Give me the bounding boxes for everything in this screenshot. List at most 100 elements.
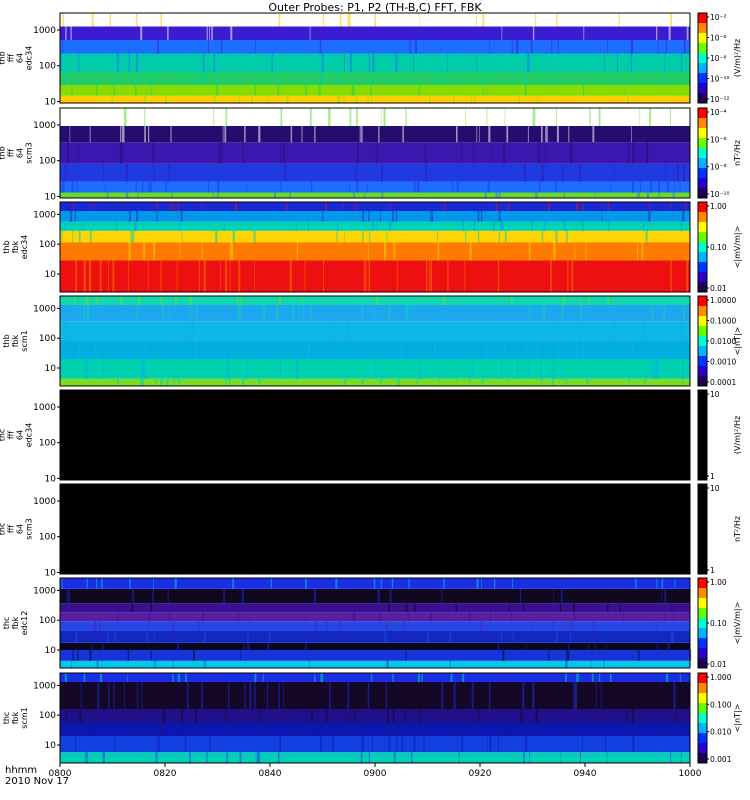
colorbar-tick-label: 0.01 [710, 284, 727, 293]
spectrogram-stripe [500, 359, 503, 379]
spectrogram-stripe [543, 221, 545, 231]
spectrogram-stripe [528, 53, 530, 72]
colorbar-unit: (V/m)²/Hz [733, 39, 742, 77]
spectrogram-stripe [578, 163, 581, 182]
spectrogram-stripe [555, 230, 558, 243]
spectrogram-stripe [61, 578, 63, 589]
spectrogram-stripe [230, 242, 233, 261]
spectrogram-stripe [401, 736, 404, 753]
spectrogram-stripe [453, 296, 454, 305]
spectrogram-stripe [65, 26, 67, 40]
colorbar-tick-label: 10⁻⁶ [710, 34, 727, 43]
spectrogram-stripe [447, 260, 449, 292]
spectrogram-band [60, 296, 690, 305]
spectrogram-stripe [547, 126, 548, 143]
spectrogram-stripe [323, 260, 324, 292]
spectrogram-stripe [355, 163, 357, 182]
panel-label-line: 64 [16, 148, 25, 158]
spectrogram-stripe [207, 181, 209, 193]
spectrogram-stripe [209, 736, 211, 753]
spectrogram-stripe [279, 296, 282, 305]
panel-7: 10 100 1000 thcfbkedc12 1.00 0.10 0.01 <|mV/m|> [2, 577, 742, 669]
y-tick-label: 100 [39, 533, 56, 543]
spectrogram-stripe [144, 359, 146, 379]
spectrogram-stripe [557, 40, 559, 54]
spectrogram-stripe [352, 85, 355, 96]
spectrogram-stripe [393, 673, 394, 682]
spectrogram-stripe [319, 40, 322, 54]
spectrogram-stripe [110, 13, 112, 27]
colorbar-segment [698, 648, 707, 659]
spectrogram-stripe [471, 95, 473, 103]
y-tick-label: 1000 [33, 403, 56, 413]
spectrogram-stripe [684, 202, 687, 211]
spectrogram-stripe [195, 71, 198, 85]
spectrogram-stripe [95, 341, 97, 359]
spectrogram-stripe [551, 40, 553, 54]
spectrogram-stripe [465, 108, 467, 126]
spectrogram-stripe [83, 305, 85, 322]
spectrogram-stripe [485, 341, 488, 359]
spectrogram-stripe [413, 181, 416, 193]
spectrogram-stripe [174, 578, 177, 589]
spectrogram-stripe [420, 359, 422, 379]
spectrogram-stripe [613, 321, 616, 341]
spectrogram-stripe [474, 95, 476, 103]
spectrogram-stripe [206, 752, 208, 763]
spectrogram-stripe [652, 359, 655, 379]
spectrogram-stripe [562, 163, 564, 182]
spectrogram-stripe [178, 673, 181, 682]
spectrogram-stripe [371, 95, 373, 103]
colorbar-segment [698, 693, 707, 704]
panel-label: thcfbkscm1 [2, 707, 29, 728]
spectrogram-stripe [537, 95, 539, 103]
spectrogram-stripe [560, 588, 563, 604]
colorbar-tick-label: 10⁻¹⁰ [710, 75, 730, 84]
spectrogram-stripe [148, 181, 150, 193]
spectrogram-stripe [150, 85, 152, 96]
spectrogram-stripe [136, 211, 139, 222]
spectrogram-stripe [146, 621, 148, 631]
spectrogram-stripe [280, 108, 283, 126]
colorbar-unit: <|mV/m|> [733, 602, 742, 645]
spectrogram-band [60, 95, 690, 103]
spectrogram-stripe [103, 163, 104, 182]
spectrogram-stripe [453, 682, 456, 709]
spectrogram-stripe [99, 621, 101, 631]
spectrogram-stripe [548, 650, 550, 661]
spectrogram-stripe [393, 242, 395, 261]
spectrogram-stripe [344, 53, 345, 72]
spectrogram-stripe [117, 612, 119, 622]
spectrogram-stripe [639, 192, 640, 198]
spectrogram-stripe [337, 95, 340, 103]
x-tick-label: 0840 [259, 769, 282, 779]
spectrogram-stripe [505, 722, 508, 736]
colorbar-segment [698, 138, 707, 149]
panel-label-line: 64 [16, 430, 25, 440]
spectrogram-stripe [404, 71, 406, 85]
spectrogram-stripe [576, 202, 579, 211]
colorbar: 10 1 (V/m)²/Hz [697, 389, 742, 481]
spectrogram-stripe [557, 321, 558, 341]
spectrogram-stripe [187, 682, 189, 709]
spectrogram-stripe [551, 378, 554, 386]
colorbar: 10⁻² 10⁻⁶ 10⁻⁸ 10⁻¹⁰ 10⁻¹² (V/m)²/Hz [697, 12, 742, 104]
panel-label-line: fff [7, 431, 16, 440]
colorbar-tick-label: 0.010 [710, 728, 732, 737]
spectrogram-stripe [102, 359, 105, 379]
spectrogram-stripe [501, 26, 503, 40]
spectrogram-stripe [71, 660, 72, 668]
spectrogram-stripe [543, 163, 545, 182]
colorbar-segment [698, 514, 707, 525]
spectrogram-stripe [168, 612, 171, 622]
spectrogram-stripe [170, 126, 172, 143]
spectrogram-stripe [504, 230, 507, 243]
spectrogram-stripe [338, 621, 341, 631]
spectrogram-stripe [384, 630, 386, 643]
colorbar-segment [698, 63, 707, 74]
spectrogram-stripe [349, 53, 352, 72]
spectrogram-stripe [532, 26, 535, 40]
spectrogram-stripe [289, 192, 291, 198]
spectrogram-stripe [112, 260, 115, 292]
spectrogram-stripe [177, 673, 179, 682]
